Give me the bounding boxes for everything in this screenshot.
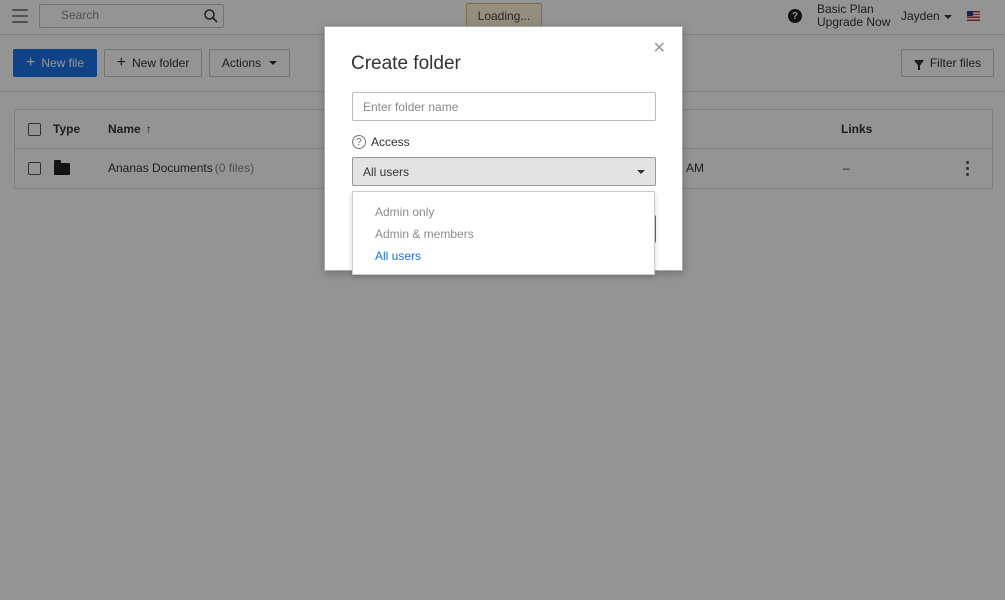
access-select[interactable]: All users (352, 157, 656, 186)
access-selected-value: All users (363, 164, 410, 179)
close-icon[interactable]: ✕ (653, 41, 666, 57)
access-options-dropdown: Admin only Admin & members All users (352, 191, 655, 275)
folder-name-input[interactable] (352, 92, 656, 121)
dialog-title: Create folder (351, 53, 461, 74)
chevron-down-icon (637, 169, 645, 174)
help-circle-icon[interactable]: ? (352, 135, 366, 149)
file-manager-app: Loading... ? Basic Plan Upgrade Now Jayd… (0, 0, 1005, 600)
option-all-users[interactable]: All users (353, 245, 654, 267)
access-label: Access (371, 135, 410, 149)
option-admin-members[interactable]: Admin & members (353, 223, 654, 245)
option-admin-only[interactable]: Admin only (353, 201, 654, 223)
access-label-row: ? Access (352, 135, 410, 149)
